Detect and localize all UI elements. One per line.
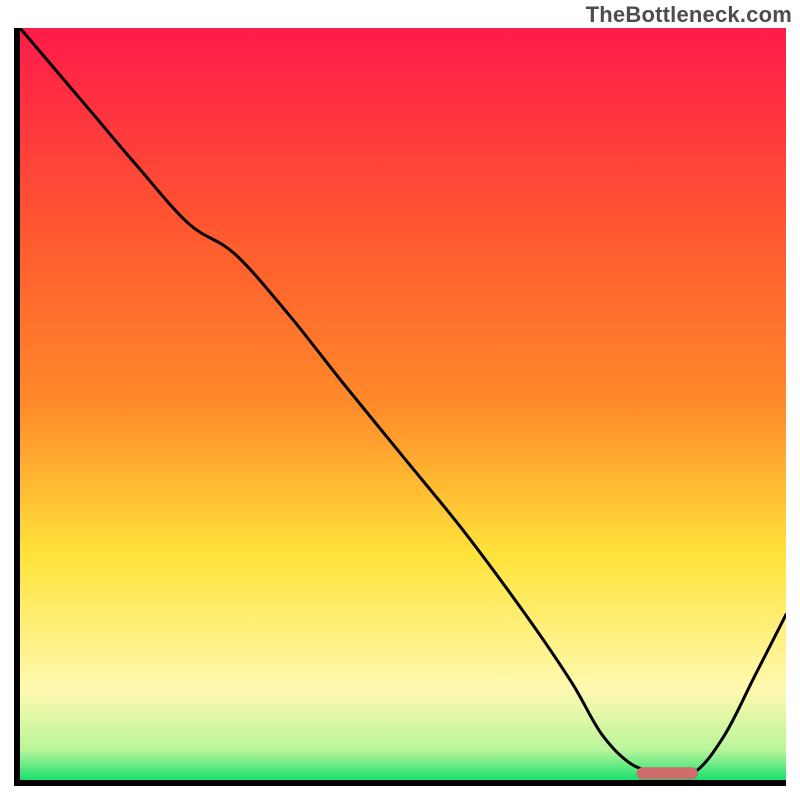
axes-frame <box>14 28 786 786</box>
watermark-text: TheBottleneck.com <box>586 2 792 28</box>
